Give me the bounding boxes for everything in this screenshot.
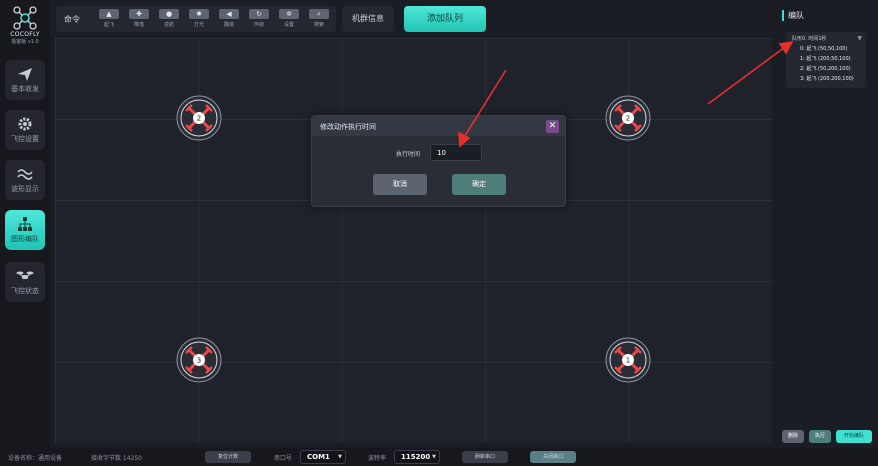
list-item[interactable]: 3: 起飞 (200,200,100) <box>800 75 854 82</box>
start-formation-button[interactable]: 开始编队 <box>836 430 872 443</box>
close-port-button[interactable]: 关闭串口 <box>530 451 576 463</box>
command-toolbar: 命令 ▲ 起飞 ✚ 降落 ● 返航 ✹ 灯光 ◀ 翻滚 ↻ 环绕 ✲ 设置 ⌕ … <box>56 6 336 32</box>
device-name-text: 设备名称：通用设备 <box>8 455 63 462</box>
formation-icon <box>18 217 32 231</box>
execute-button[interactable]: 执行 <box>809 430 831 443</box>
drone-marker[interactable]: 1 <box>605 337 651 383</box>
sidebar-item-label: 飞控设置 <box>11 135 39 143</box>
cancel-button[interactable]: 取消 <box>373 174 427 195</box>
location-pin-icon: ● <box>159 9 179 19</box>
drone-marker[interactable]: 2 <box>176 95 222 141</box>
orbit-icon: ↻ <box>249 9 269 19</box>
execution-time-input[interactable] <box>430 144 482 161</box>
sidebar-item-basic-send[interactable]: 基本收发 <box>5 60 45 100</box>
formation-panel: 编队 队形0. 时间1秒 ▼ 0: 起飞 (50,50,100) 1: 起飞 (… <box>778 0 878 448</box>
quadcopter-icon: 2 <box>176 95 222 141</box>
takeoff-button[interactable]: ▲ 起飞 <box>98 9 120 29</box>
svg-text:1: 1 <box>626 357 630 365</box>
land-icon: ✚ <box>129 9 149 19</box>
wave-icon <box>17 169 33 180</box>
brand-name: COCOFLY <box>10 31 40 38</box>
sidebar-item-waveform[interactable]: 波形显示 <box>5 160 45 200</box>
list-item[interactable]: 0: 起飞 (50,50,100) <box>800 45 847 52</box>
flip-button[interactable]: ◀ 翻滚 <box>218 9 240 29</box>
command-label: 命令 <box>64 15 80 24</box>
baud-label: 波特率 <box>368 455 387 462</box>
cluster-info-button[interactable]: 机群信息 <box>342 6 394 32</box>
drone-icon <box>16 271 34 279</box>
app-window: COCOFLY 极客版 v1.0 基本收发 飞控设置 波形显示 图形编队 飞控状… <box>0 0 878 466</box>
port-select[interactable]: COM1 ▼ <box>300 450 346 464</box>
app-logo: COCOFLY 极客版 v1.0 <box>4 6 46 45</box>
sidebar-item-flight-settings[interactable]: 飞控设置 <box>5 110 45 150</box>
add-queue-button[interactable]: 添加队列 <box>404 6 486 32</box>
execution-time-label: 执行时间 <box>396 151 421 158</box>
drone-marker[interactable]: 3 <box>176 337 222 383</box>
svg-text:3: 3 <box>197 357 201 365</box>
sidebar-item-label: 波形显示 <box>11 185 39 193</box>
lights-button[interactable]: ✹ 灯光 <box>188 9 210 29</box>
status-bar: 设备名称：通用设备 接收字节数 14250 复位计数 串口号 COM1 ▼ 波特… <box>0 448 878 466</box>
arrow-up-icon: ▲ <box>99 9 119 19</box>
port-label: 串口号 <box>274 455 293 462</box>
formation-canvas[interactable]: 2 2 3 1 <box>55 38 772 443</box>
delete-button[interactable]: 删除 <box>782 430 804 443</box>
quadcopter-icon: 1 <box>605 337 651 383</box>
return-home-button[interactable]: ● 返航 <box>158 9 180 29</box>
dialog-header: 修改动作执行时间 ✕ <box>312 116 565 136</box>
svg-text:2: 2 <box>197 115 201 123</box>
sidebar-item-flight-status[interactable]: 飞控状态 <box>5 262 45 302</box>
queue-header[interactable]: 队形0. 时间1秒 <box>792 35 827 42</box>
quadcopter-icon: 3 <box>176 337 222 383</box>
queue-list[interactable]: 队形0. 时间1秒 ▼ 0: 起飞 (50,50,100) 1: 起飞 (200… <box>786 32 866 88</box>
sun-icon: ✹ <box>189 9 209 19</box>
sidebar-item-label: 飞控状态 <box>11 287 39 295</box>
dialog-title: 修改动作执行时间 <box>320 123 376 131</box>
quadcopter-icon: 2 <box>605 95 651 141</box>
confirm-button[interactable]: 确定 <box>452 174 506 195</box>
chevron-down-icon: ▼ <box>338 454 342 460</box>
list-item[interactable]: 2: 起飞 (50,200,100) <box>800 65 851 72</box>
orbit-button[interactable]: ↻ 环绕 <box>248 9 270 29</box>
sidebar-item-formation[interactable]: 图形编队 <box>5 210 45 250</box>
cocofly-logo-icon <box>13 6 37 30</box>
close-icon[interactable]: ✕ <box>546 120 559 133</box>
brand-version: 极客版 v1.0 <box>11 39 39 45</box>
sidebar: COCOFLY 极客版 v1.0 基本收发 飞控设置 波形显示 图形编队 飞控状… <box>0 0 50 448</box>
sidebar-item-label: 图形编队 <box>11 235 39 243</box>
refresh-port-button[interactable]: 刷新串口 <box>462 451 508 463</box>
received-bytes-text: 接收字节数 14250 <box>91 455 142 462</box>
edit-time-dialog: 修改动作执行时间 ✕ 执行时间 取消 确定 <box>311 115 566 207</box>
land-button[interactable]: ✚ 降落 <box>128 9 150 29</box>
settings-button[interactable]: ✲ 设置 <box>278 9 300 29</box>
send-icon <box>18 68 32 81</box>
search-icon: ⌕ <box>309 9 329 19</box>
gear-icon <box>18 117 32 131</box>
search-button[interactable]: ⌕ 搜索 <box>308 9 330 29</box>
chevron-down-icon: ▼ <box>432 454 436 460</box>
svg-text:2: 2 <box>626 115 630 123</box>
drone-marker[interactable]: 2 <box>605 95 651 141</box>
panel-title: 编队 <box>782 10 804 21</box>
sidebar-item-label: 基本收发 <box>11 85 39 93</box>
list-item[interactable]: 1: 起飞 (200,50,100) <box>800 55 851 62</box>
baud-select[interactable]: 115200 ▼ <box>394 450 440 464</box>
gear-icon: ✲ <box>279 9 299 19</box>
reset-count-button[interactable]: 复位计数 <box>205 451 251 463</box>
flip-icon: ◀ <box>219 9 239 19</box>
chevron-down-icon[interactable]: ▼ <box>857 35 862 42</box>
